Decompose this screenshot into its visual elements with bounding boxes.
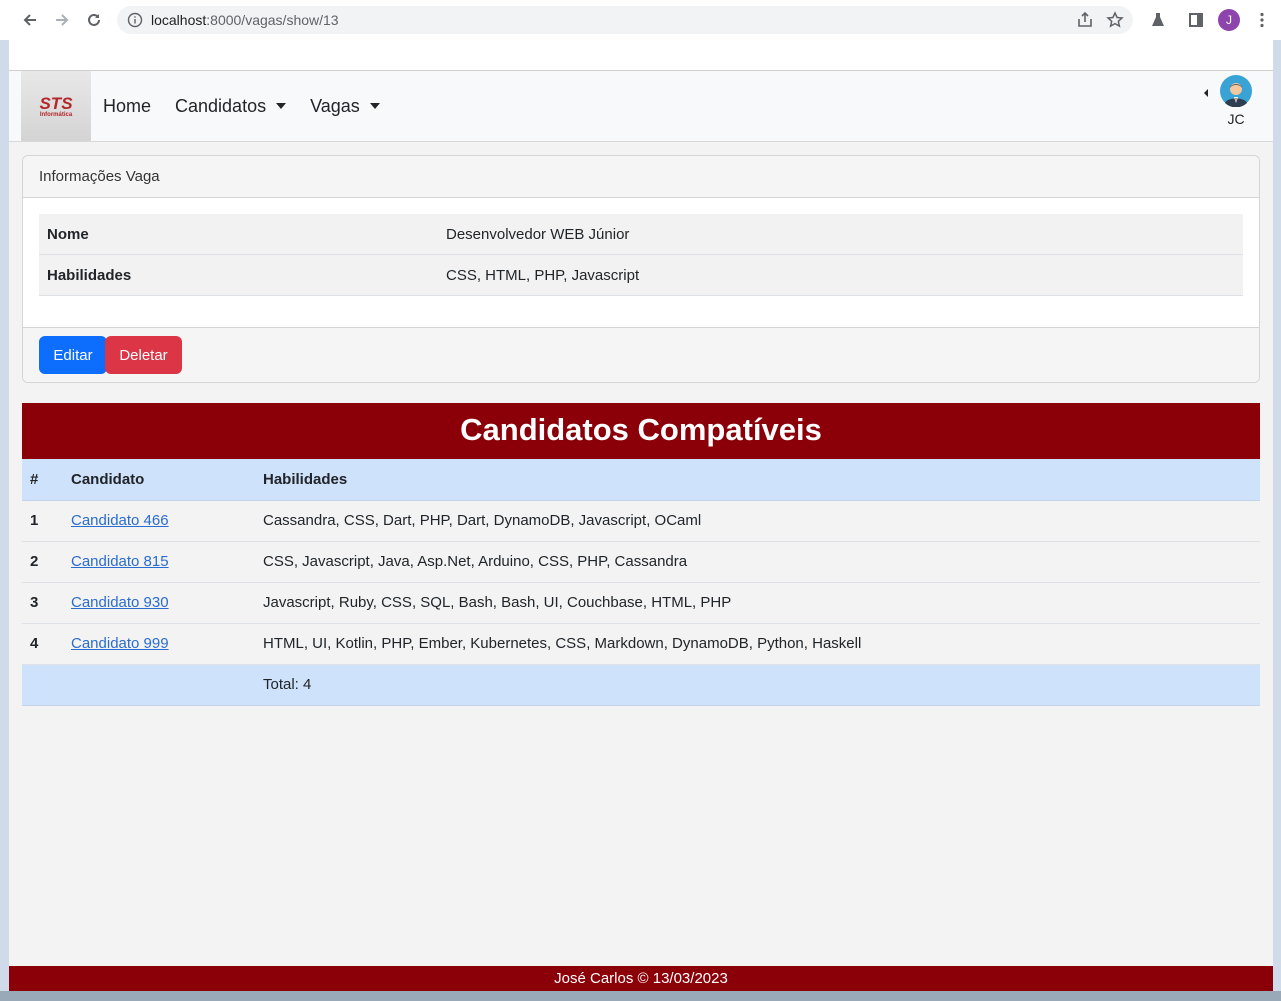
nav-home-link[interactable]: Home bbox=[103, 96, 151, 117]
address-bar[interactable]: localhost:8000/vagas/show/13 bbox=[117, 6, 1133, 34]
info-row-habilidades: Habilidades CSS, HTML, PHP, Javascript bbox=[39, 255, 1243, 296]
info-key: Nome bbox=[47, 225, 89, 243]
candidate-skills: Javascript, Ruby, CSS, SQL, Bash, Bash, … bbox=[255, 582, 1260, 624]
edit-button[interactable]: Editar bbox=[39, 336, 107, 374]
window-frame-left bbox=[0, 40, 9, 1001]
column-header-habilidades: Habilidades bbox=[255, 459, 1260, 501]
column-header-number: # bbox=[22, 459, 63, 501]
menu-kebab-icon[interactable] bbox=[1246, 4, 1278, 36]
info-value: Desenvolvedor WEB Júnior bbox=[446, 225, 630, 243]
row-number: 2 bbox=[22, 541, 63, 583]
main-content: Informações Vaga Nome Desenvolvedor WEB … bbox=[9, 142, 1273, 966]
candidate-link[interactable]: Candidato 930 bbox=[71, 594, 169, 611]
table-row: 1 Candidato 466 Cassandra, CSS, Dart, PH… bbox=[22, 500, 1260, 542]
candidate-link[interactable]: Candidato 815 bbox=[71, 553, 169, 570]
window-frame-right bbox=[1273, 40, 1281, 1001]
share-icon[interactable] bbox=[1075, 10, 1095, 30]
labs-flask-icon[interactable] bbox=[1142, 4, 1174, 36]
column-header-candidato: Candidato bbox=[63, 459, 255, 501]
candidates-title: Candidatos Compatíveis bbox=[22, 403, 1260, 459]
candidate-skills: Cassandra, CSS, Dart, PHP, Dart, DynamoD… bbox=[255, 500, 1260, 542]
caret-left-icon bbox=[1204, 89, 1208, 97]
user-menu[interactable]: JC bbox=[1204, 75, 1252, 127]
sts-logo[interactable]: STS Informática bbox=[21, 71, 91, 141]
candidate-skills: HTML, UI, Kotlin, PHP, Ember, Kubernetes… bbox=[255, 623, 1260, 665]
candidate-link[interactable]: Candidato 999 bbox=[71, 635, 169, 652]
profile-avatar[interactable]: J bbox=[1218, 9, 1240, 31]
row-number: 1 bbox=[22, 500, 63, 542]
info-icon[interactable] bbox=[127, 12, 143, 28]
card-title: Informações Vaga bbox=[23, 156, 1259, 198]
nav-candidatos-dropdown[interactable]: Candidatos bbox=[175, 95, 287, 117]
logo-text: STS bbox=[39, 94, 73, 113]
nav-vagas-label: Vagas bbox=[310, 95, 360, 116]
row-number: 4 bbox=[22, 623, 63, 665]
candidate-link[interactable]: Candidato 466 bbox=[71, 512, 169, 529]
row-number: 3 bbox=[22, 582, 63, 624]
caret-down-icon bbox=[369, 103, 380, 109]
browser-window: localhost:8000/vagas/show/13 J STS Info… bbox=[0, 0, 1281, 1001]
table-row: 4 Candidato 999 HTML, UI, Kotlin, PHP, E… bbox=[22, 623, 1260, 665]
card-footer: Editar Deletar bbox=[23, 327, 1259, 382]
candidate-skills: CSS, Javascript, Java, Asp.Net, Arduino,… bbox=[255, 541, 1260, 583]
toolbar-spacer bbox=[9, 40, 1273, 70]
caret-down-icon bbox=[276, 103, 287, 109]
nav-vagas-dropdown[interactable]: Vagas bbox=[310, 96, 380, 117]
nav-candidatos-label: Candidatos bbox=[175, 95, 267, 116]
candidates-table: # Candidato Habilidades 1 Candidato 466 … bbox=[22, 459, 1260, 706]
url-path: :8000/vagas/show/13 bbox=[206, 12, 339, 28]
taskbar-strip bbox=[0, 991, 1281, 1001]
table-row: 2 Candidato 815 CSS, Javascript, Java, A… bbox=[22, 541, 1260, 583]
vaga-info-table: Nome Desenvolvedor WEB Júnior Habilidade… bbox=[39, 214, 1243, 296]
table-header-row: # Candidato Habilidades bbox=[22, 459, 1260, 501]
total-count: Total: 4 bbox=[255, 664, 1260, 706]
page-footer: José Carlos © 13/03/2023 bbox=[9, 966, 1273, 991]
info-value: CSS, HTML, PHP, Javascript bbox=[446, 266, 640, 284]
back-icon[interactable] bbox=[14, 4, 46, 36]
side-panel-icon[interactable] bbox=[1180, 4, 1212, 36]
forward-icon[interactable] bbox=[46, 4, 78, 36]
vaga-info-card: Informações Vaga Nome Desenvolvedor WEB … bbox=[22, 155, 1260, 383]
info-key: Habilidades bbox=[47, 266, 132, 284]
url-host: localhost bbox=[151, 12, 207, 28]
browser-toolbar: localhost:8000/vagas/show/13 J bbox=[0, 0, 1281, 40]
logo-subtext: Informática bbox=[39, 112, 73, 118]
user-avatar-icon[interactable] bbox=[1220, 75, 1252, 107]
table-footer-row: Total: 4 bbox=[22, 664, 1260, 706]
info-row-nome: Nome Desenvolvedor WEB Júnior bbox=[39, 214, 1243, 255]
site-navbar: STS Informática Home Candidatos Vagas JC bbox=[9, 70, 1273, 142]
star-icon[interactable] bbox=[1105, 10, 1125, 30]
delete-button[interactable]: Deletar bbox=[105, 336, 182, 374]
user-initials: JC bbox=[1227, 111, 1245, 127]
table-row: 3 Candidato 930 Javascript, Ruby, CSS, S… bbox=[22, 582, 1260, 624]
reload-icon[interactable] bbox=[78, 4, 110, 36]
